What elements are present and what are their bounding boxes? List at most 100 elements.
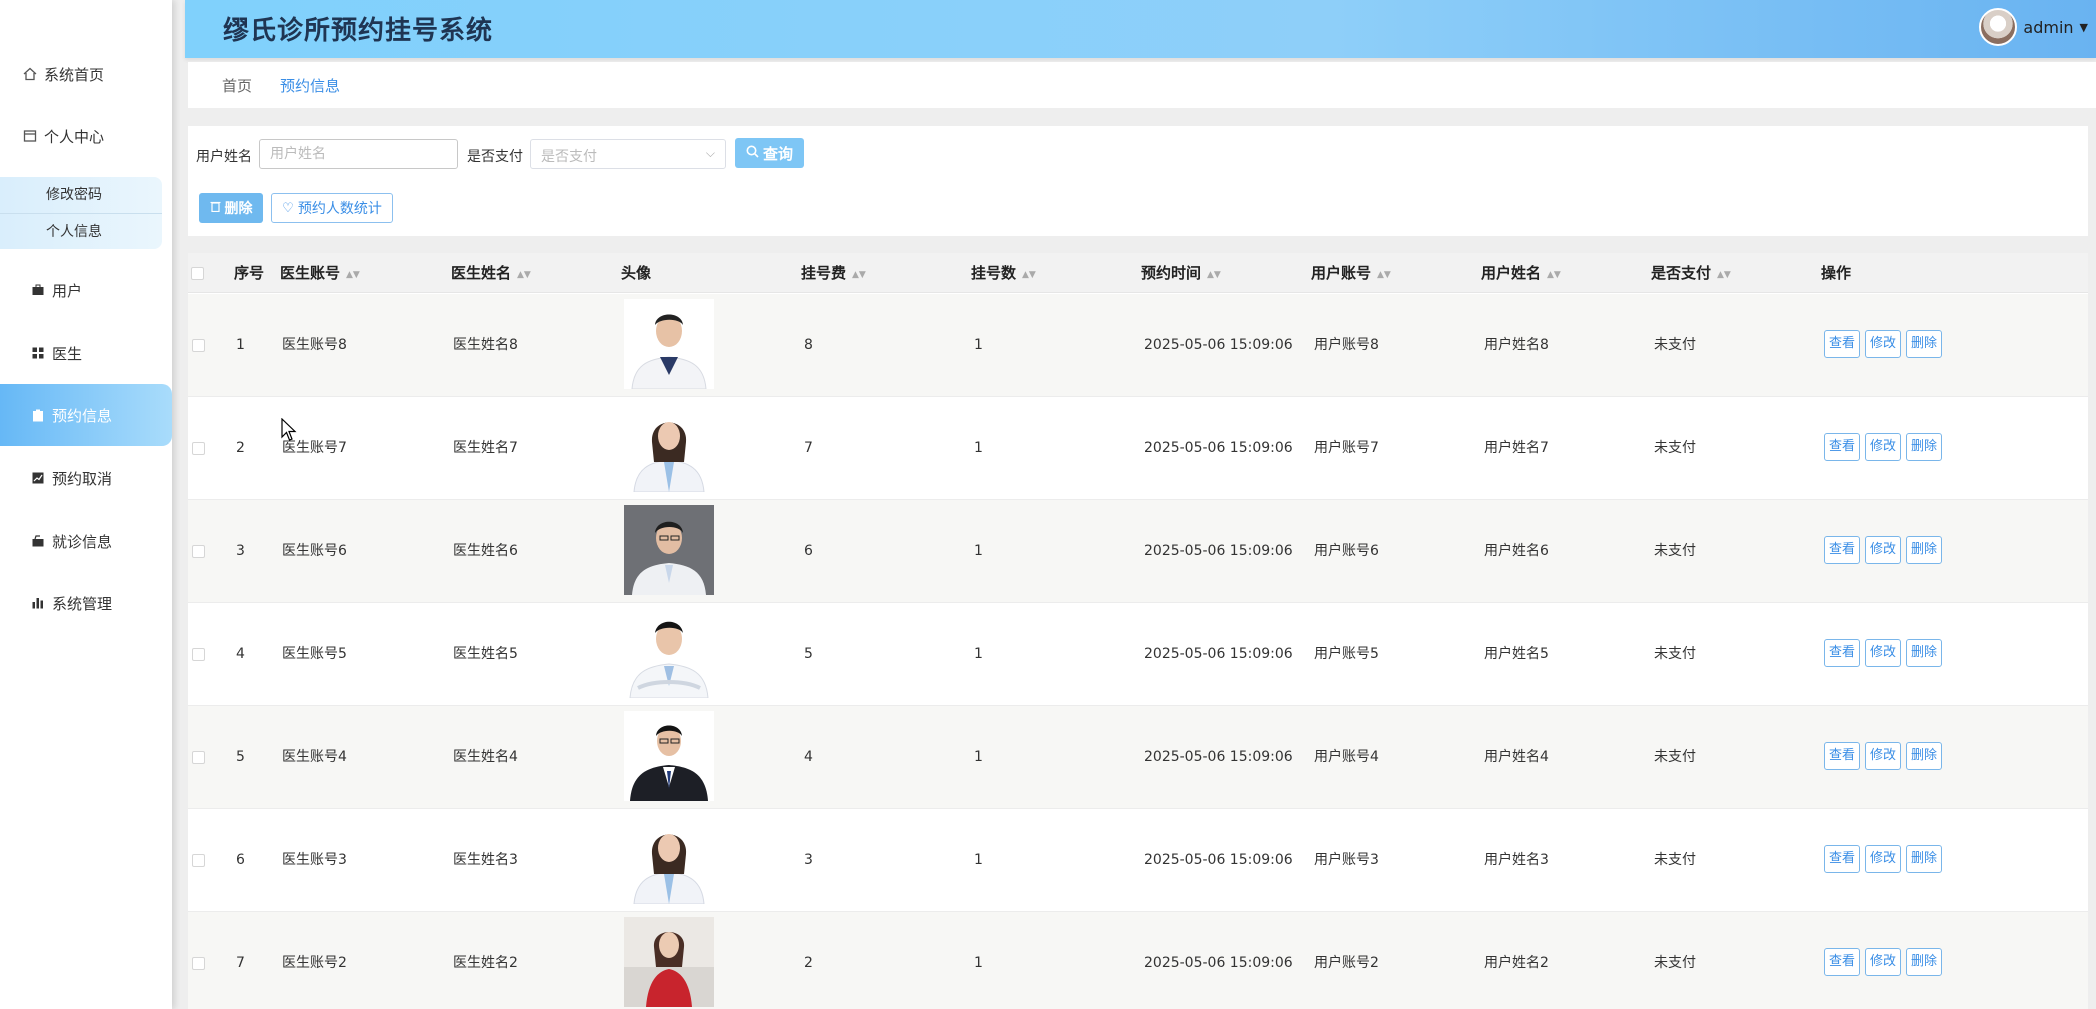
breadcrumb-home[interactable]: 首页 (222, 75, 252, 96)
delete-button[interactable]: 删除 (1906, 845, 1942, 873)
row-checkbox[interactable] (192, 854, 205, 867)
sidebar-item-users[interactable]: 用户 (0, 259, 172, 321)
cell-user-name: 用户姓名7 (1484, 440, 1549, 456)
doctor-photo[interactable] (624, 711, 714, 801)
caret-down-icon: ▼ (2079, 20, 2088, 34)
cell-doctor-name: 医生姓名8 (453, 337, 518, 353)
sort-icon[interactable]: ▲▼ (1377, 270, 1391, 280)
edit-button[interactable]: 修改 (1865, 330, 1901, 358)
user-name-input[interactable] (259, 139, 458, 169)
view-button[interactable]: 查看 (1824, 639, 1860, 667)
edit-button[interactable]: 修改 (1865, 845, 1901, 873)
select-all-checkbox[interactable] (191, 267, 204, 280)
row-checkbox[interactable] (192, 545, 205, 558)
row-checkbox[interactable] (192, 339, 205, 352)
sort-icon[interactable]: ▲▼ (852, 270, 866, 280)
row-checkbox[interactable] (192, 442, 205, 455)
doctor-photo[interactable] (624, 402, 714, 492)
table-row: 4 医生账号5 医生姓名5 5 1 2025-05-06 15:09:06 用户… (188, 603, 2088, 706)
view-button[interactable]: 查看 (1824, 845, 1860, 873)
edit-button[interactable]: 修改 (1865, 948, 1901, 976)
view-button[interactable]: 查看 (1824, 742, 1860, 770)
edit-button[interactable]: 修改 (1865, 639, 1901, 667)
paid-select[interactable]: 是否支付 ⌵ (530, 139, 726, 169)
sort-icon[interactable]: ▲▼ (1022, 270, 1036, 280)
mouse-cursor-icon (281, 417, 297, 446)
chart-icon (30, 470, 46, 486)
col-header-time[interactable]: 预约时间 ▲▼ (1141, 253, 1221, 293)
col-header-count[interactable]: 挂号数 ▲▼ (971, 253, 1036, 293)
doctor-photo[interactable] (624, 608, 714, 698)
bar-chart-icon (30, 595, 46, 611)
cell-paid: 未支付 (1654, 337, 1696, 353)
delete-button[interactable]: 删除 (1906, 948, 1942, 976)
user-menu[interactable]: admin ▼ (1979, 8, 2088, 46)
cell-time: 2025-05-06 15:09:06 (1144, 440, 1293, 456)
row-checkbox[interactable] (192, 957, 205, 970)
sidebar-item-label: 用户 (52, 281, 83, 300)
delete-button[interactable]: 删除 (1906, 742, 1942, 770)
sidebar-item-doctors[interactable]: 医生 (0, 322, 172, 384)
edit-button[interactable]: 修改 (1865, 536, 1901, 564)
appointments-table: 序号 医生账号 ▲▼ 医生姓名 ▲▼ 头像 挂号费 ▲▼ 挂号数 ▲▼ 预约时间 ▲▼ 用… (188, 253, 2088, 1009)
query-button[interactable]: 查询 (735, 138, 804, 168)
col-header-doctor-name[interactable]: 医生姓名 ▲▼ (451, 253, 531, 293)
cell-no: 2 (236, 440, 245, 456)
cell-paid: 未支付 (1654, 749, 1696, 765)
view-button[interactable]: 查看 (1824, 330, 1860, 358)
sidebar-item-label: 系统管理 (52, 594, 113, 613)
sidebar-item-label: 个人中心 (44, 127, 105, 146)
table-row: 7 医生账号2 医生姓名2 2 1 2025-05-06 15:09:06 用户… (188, 912, 2088, 1009)
batch-delete-button[interactable]: 删除 (199, 193, 263, 223)
sort-icon[interactable]: ▲▼ (1717, 270, 1731, 280)
delete-button[interactable]: 删除 (1906, 639, 1942, 667)
sidebar-item-home[interactable]: 系统首页 (0, 43, 172, 105)
row-checkbox[interactable] (192, 648, 205, 661)
sort-icon[interactable]: ▲▼ (1547, 270, 1561, 280)
cell-user-account: 用户账号5 (1314, 646, 1379, 662)
col-header-doctor-account[interactable]: 医生账号 ▲▼ (280, 253, 360, 293)
view-button[interactable]: 查看 (1824, 536, 1860, 564)
sidebar-item-cancellations[interactable]: 预约取消 (0, 447, 172, 509)
doctor-photo[interactable] (624, 299, 714, 389)
sort-icon[interactable]: ▲▼ (1207, 270, 1221, 280)
appointment-stats-button[interactable]: ♡ 预约人数统计 (271, 193, 393, 223)
chevron-down-icon: ⌵ (705, 146, 715, 160)
col-header-paid[interactable]: 是否支付 ▲▼ (1651, 253, 1731, 293)
col-header-user-account[interactable]: 用户账号 ▲▼ (1311, 253, 1391, 293)
delete-button[interactable]: 删除 (1906, 330, 1942, 358)
sidebar-item-system[interactable]: 系统管理 (0, 572, 172, 634)
cell-doctor-name: 医生姓名5 (453, 646, 518, 662)
breadcrumb-current[interactable]: 预约信息 (280, 75, 340, 96)
doctor-photo[interactable] (624, 917, 714, 1007)
briefcase-icon (30, 282, 46, 298)
table-row: 6 医生账号3 医生姓名3 3 1 2025-05-06 15:09:06 用户… (188, 809, 2088, 912)
sort-icon[interactable]: ▲▼ (517, 270, 531, 280)
sidebar-item-appointments[interactable]: 预约信息 (0, 384, 172, 446)
edit-button[interactable]: 修改 (1865, 433, 1901, 461)
delete-button[interactable]: 删除 (1906, 536, 1942, 564)
col-header-user-name[interactable]: 用户姓名 ▲▼ (1481, 253, 1561, 293)
cell-paid: 未支付 (1654, 543, 1696, 559)
avatar (1979, 8, 2018, 46)
row-checkbox[interactable] (192, 751, 205, 764)
cell-doctor-name: 医生姓名4 (453, 749, 518, 765)
sidebar-item-personal-center[interactable]: 个人中心 (0, 105, 172, 167)
submenu-item-profile[interactable]: 个人信息 (0, 213, 162, 249)
cell-user-account: 用户账号6 (1314, 543, 1379, 559)
cell-fee: 8 (804, 337, 813, 353)
cell-count: 1 (974, 646, 983, 662)
cell-no: 5 (236, 749, 245, 765)
cell-no: 7 (236, 955, 245, 971)
cell-time: 2025-05-06 15:09:06 (1144, 543, 1293, 559)
doctor-photo[interactable] (624, 814, 714, 904)
delete-button[interactable]: 删除 (1906, 433, 1942, 461)
submenu-item-change-password[interactable]: 修改密码 (0, 177, 162, 213)
view-button[interactable]: 查看 (1824, 948, 1860, 976)
doctor-photo[interactable] (624, 505, 714, 595)
sort-icon[interactable]: ▲▼ (346, 270, 360, 280)
col-header-fee[interactable]: 挂号费 ▲▼ (801, 253, 866, 293)
view-button[interactable]: 查看 (1824, 433, 1860, 461)
sidebar-item-visits[interactable]: 就诊信息 (0, 510, 172, 572)
edit-button[interactable]: 修改 (1865, 742, 1901, 770)
